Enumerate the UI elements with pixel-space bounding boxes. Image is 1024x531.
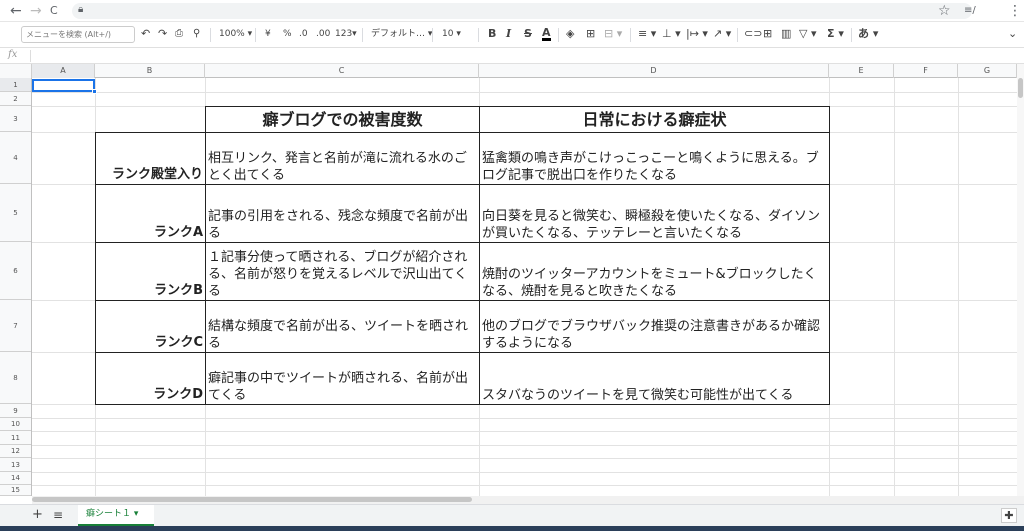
- symptom-cell[interactable]: 他のブログでブラウザバック推奨の注意書きがあるか確認するようになる: [479, 300, 830, 353]
- sheets-toolbar: メニューを検索 (Alt+/) ↶ ↷ ⎙ ⚲ 100% ▾ ¥ % .0 .0…: [0, 22, 1024, 48]
- menu-search-input[interactable]: メニューを検索 (Alt+/): [21, 26, 135, 43]
- percent-format-button[interactable]: %: [283, 27, 292, 41]
- fill-color-icon[interactable]: ◈: [566, 27, 574, 41]
- column-header-f[interactable]: F: [894, 64, 958, 78]
- bold-button[interactable]: B: [488, 27, 496, 41]
- input-tools-button[interactable]: あ ▾: [858, 27, 878, 41]
- symptom-cell[interactable]: 向日葵を見ると微笑む、瞬極殺を使いたくなる、ダイソンが買いたくなる、テッテレーと…: [479, 184, 830, 243]
- fx-icon: fx: [8, 49, 18, 60]
- sheet-tab[interactable]: 癖シート１ ▾: [78, 505, 154, 526]
- rank-cell[interactable]: ランクD: [95, 352, 206, 405]
- explore-icon[interactable]: ✚: [1001, 508, 1017, 523]
- browser-toolbar: ← → C 🔒︎ ☆ ≡/ ⋮: [0, 0, 1024, 22]
- select-all-corner[interactable]: [0, 64, 32, 78]
- back-arrow-icon[interactable]: ←: [10, 2, 22, 20]
- merge-cells-icon[interactable]: ⊟ ▾: [604, 27, 622, 41]
- symptom-cell[interactable]: スタバなうのツイートを見て微笑む可能性が出てくる: [479, 352, 830, 405]
- fill-handle[interactable]: [92, 89, 97, 94]
- undo-icon[interactable]: ↶: [141, 27, 150, 41]
- header-damage[interactable]: 癖ブログでの被害度数: [205, 106, 480, 133]
- damage-cell[interactable]: 癖記事の中でツイートが晒される、名前が出てくる: [205, 352, 480, 405]
- column-header-a[interactable]: A: [32, 64, 95, 78]
- column-header-b[interactable]: B: [95, 64, 205, 78]
- row-header-2[interactable]: 2: [0, 92, 31, 106]
- insert-chart-icon[interactable]: ▥: [781, 27, 791, 41]
- row-header-15[interactable]: 15: [0, 485, 31, 496]
- row-header-1[interactable]: 1: [0, 78, 31, 92]
- sheet-tab-bar: + ≡ 癖シート１ ▾ ✚: [0, 504, 1024, 526]
- strikethrough-button[interactable]: S: [524, 27, 532, 41]
- formula-bar: fx: [0, 48, 1024, 64]
- row-header-6[interactable]: 6: [0, 242, 31, 300]
- collapse-toolbar-icon[interactable]: ⌄: [1008, 27, 1017, 41]
- row-header-3[interactable]: 3: [0, 106, 31, 132]
- browser-menu-icon[interactable]: ⋮: [1008, 2, 1022, 20]
- number-format-select[interactable]: 123▾: [335, 27, 357, 41]
- column-header-d[interactable]: D: [479, 64, 829, 78]
- print-icon[interactable]: ⎙: [175, 27, 183, 41]
- vertical-scrollbar[interactable]: [1017, 64, 1024, 496]
- text-rotation-icon[interactable]: ↗ ▾: [713, 27, 731, 41]
- damage-cell[interactable]: 相互リンク、発言と名前が滝に流れる水のごとく出てくる: [205, 132, 480, 185]
- text-wrap-icon[interactable]: |↦ ▾: [686, 27, 708, 41]
- os-taskbar: [0, 526, 1024, 531]
- insert-comment-icon[interactable]: ⊞: [763, 27, 772, 41]
- row-header-8[interactable]: 8: [0, 352, 31, 404]
- row-header-13[interactable]: 13: [0, 458, 31, 472]
- horizontal-align-icon[interactable]: ≡ ▾: [638, 27, 656, 41]
- decrease-decimal-button[interactable]: .0: [299, 27, 308, 41]
- all-sheets-icon[interactable]: ≡: [53, 508, 63, 522]
- column-header-g[interactable]: G: [958, 64, 1017, 78]
- row-header-9[interactable]: 9: [0, 404, 31, 418]
- row-header-11[interactable]: 11: [0, 431, 31, 445]
- horizontal-scroll-thumb[interactable]: [32, 497, 472, 502]
- currency-format-button[interactable]: ¥: [265, 27, 271, 41]
- symptom-cell[interactable]: 猛禽類の鳴き声がこけっこっこーと鳴くように思える。ブログ記事で脱出口を作りたくな…: [479, 132, 830, 185]
- reload-icon[interactable]: C: [50, 2, 58, 20]
- row-header-12[interactable]: 12: [0, 445, 31, 458]
- selected-cell-a1[interactable]: [32, 79, 95, 92]
- filter-icon[interactable]: ▽ ▾: [799, 27, 816, 41]
- forward-arrow-icon[interactable]: →: [30, 2, 42, 20]
- row-header-14[interactable]: 14: [0, 472, 31, 485]
- header-symptom[interactable]: 日常における癖症状: [479, 106, 830, 133]
- functions-button[interactable]: Σ ▾: [827, 27, 844, 41]
- insert-link-icon[interactable]: ⊂⊃: [744, 27, 762, 41]
- italic-button[interactable]: I: [506, 27, 511, 41]
- rank-cell[interactable]: ランク殿堂入り: [95, 132, 206, 185]
- font-family-select[interactable]: デフォルト… ▾: [371, 27, 432, 41]
- row-header-10[interactable]: 10: [0, 418, 31, 431]
- zoom-select[interactable]: 100% ▾: [219, 27, 252, 41]
- rank-cell[interactable]: ランクC: [95, 300, 206, 353]
- text-color-button[interactable]: A: [542, 27, 551, 41]
- lock-icon: 🔒︎: [78, 4, 84, 15]
- column-header-c[interactable]: C: [205, 64, 479, 78]
- increase-decimal-button[interactable]: .00: [316, 27, 330, 41]
- rank-cell[interactable]: ランクB: [95, 242, 206, 301]
- horizontal-scrollbar[interactable]: [32, 496, 1024, 504]
- symptom-cell[interactable]: 焼酎のツイッターアカウントをミュート&ブロックしたくなる、焼酎を見ると吹きたくな…: [479, 242, 830, 301]
- damage-cell[interactable]: 結構な頻度で名前が出る、ツイートを晒される: [205, 300, 480, 353]
- reading-list-icon[interactable]: ≡/: [964, 2, 976, 20]
- column-headers: A B C D E F G: [0, 64, 1024, 78]
- damage-cell[interactable]: 記事の引用をされる、残念な頻度で名前が出る: [205, 184, 480, 243]
- address-bar[interactable]: 🔒︎: [72, 3, 972, 19]
- paint-format-icon[interactable]: ⚲: [193, 27, 200, 41]
- row-header-7[interactable]: 7: [0, 300, 31, 352]
- row-header-4[interactable]: 4: [0, 132, 31, 184]
- row-header-5[interactable]: 5: [0, 184, 31, 242]
- row-headers: 1 2 3 4 5 6 7 8 9 10 11 12 13 14 15: [0, 78, 32, 496]
- redo-icon[interactable]: ↷: [158, 27, 167, 41]
- vertical-scroll-thumb[interactable]: [1018, 78, 1023, 98]
- formula-input[interactable]: [36, 50, 1006, 62]
- font-size-select[interactable]: 10 ▾: [442, 27, 461, 41]
- add-sheet-icon[interactable]: +: [32, 507, 43, 522]
- damage-cell[interactable]: １記事分使って晒される、ブログが紹介される、名前が怒りを覚えるレベルで沢山出てく…: [205, 242, 480, 301]
- borders-icon[interactable]: ⊞: [586, 27, 595, 41]
- column-header-e[interactable]: E: [829, 64, 894, 78]
- bookmark-star-icon[interactable]: ☆: [938, 2, 951, 20]
- rank-cell[interactable]: ランクA: [95, 184, 206, 243]
- vertical-align-icon[interactable]: ⊥ ▾: [662, 27, 681, 41]
